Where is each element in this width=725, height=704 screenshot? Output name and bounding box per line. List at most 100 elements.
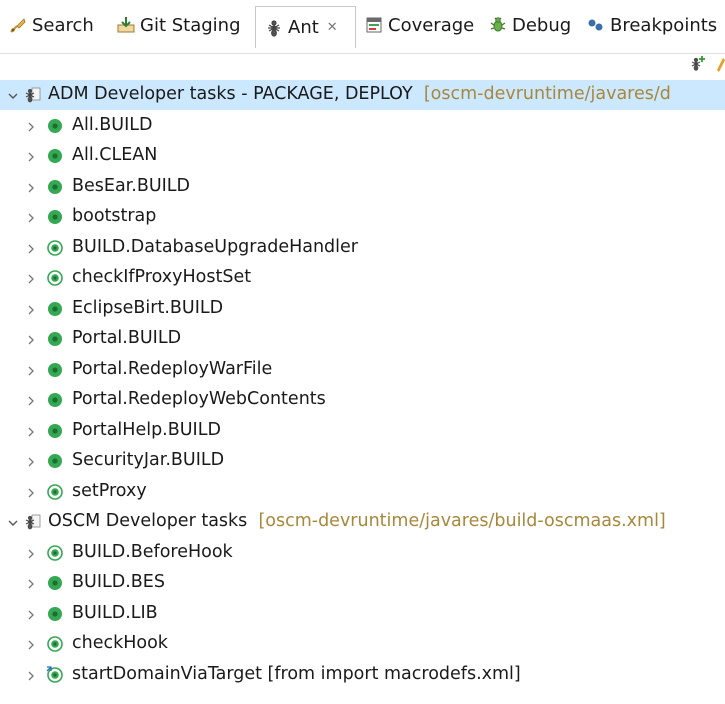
- tree-target[interactable]: BUILD.BeforeHook: [0, 538, 725, 568]
- public-target-icon: [46, 422, 64, 440]
- buildfile-name: OSCM Developer tasks: [48, 511, 248, 531]
- tab-breakpoints-label: Breakpoints: [610, 14, 718, 36]
- target-label: setProxy: [72, 480, 147, 501]
- chevron-right-icon[interactable]: [24, 211, 38, 225]
- coverage-icon: [364, 15, 384, 35]
- tab-ant-label: Ant: [288, 17, 319, 38]
- internal-target-icon: [46, 635, 64, 653]
- tree-target[interactable]: All.CLEAN: [0, 141, 725, 171]
- chevron-right-icon[interactable]: [24, 364, 38, 378]
- target-label: BUILD.BES: [72, 572, 165, 592]
- tree-group-adm[interactable]: ADM Developer tasks - PACKAGE, DEPLOY [o…: [0, 80, 725, 110]
- tree-target[interactable]: All.BUILD: [0, 111, 725, 141]
- close-icon[interactable]: ✕: [327, 20, 338, 35]
- breakpoints-icon: [586, 15, 606, 35]
- view-toolbar: [625, 54, 725, 74]
- target-label: Portal.BUILD: [72, 328, 182, 348]
- chevron-right-icon[interactable]: [24, 272, 38, 286]
- tree-target[interactable]: Portal.RedeployWebContents: [0, 385, 725, 415]
- tree-target[interactable]: PortalHelp.BUILD: [0, 416, 725, 446]
- git-staging-icon: [116, 15, 136, 35]
- buildfile-path: [oscm-devruntime/javares/d: [423, 84, 671, 104]
- tree-group-label: ADM Developer tasks - PACKAGE, DEPLOY [o…: [48, 84, 671, 104]
- buildfile-name: ADM Developer tasks - PACKAGE, DEPLOY: [48, 84, 413, 104]
- target-label: SecurityJar.BUILD: [72, 450, 225, 470]
- target-label: checkIfProxyHostSet: [72, 267, 252, 287]
- chevron-right-icon[interactable]: [24, 150, 38, 164]
- chevron-down-icon[interactable]: [6, 516, 20, 530]
- ant-icon: [264, 18, 284, 38]
- chevron-right-icon[interactable]: [24, 608, 38, 622]
- tab-search-label: Search: [32, 14, 94, 36]
- chevron-right-icon[interactable]: [24, 425, 38, 439]
- chevron-right-icon[interactable]: [24, 577, 38, 591]
- tree-group-oscm[interactable]: OSCM Developer tasks [oscm-devruntime/ja…: [0, 507, 725, 537]
- tree-target[interactable]: BesEar.BUILD: [0, 172, 725, 202]
- chevron-right-icon[interactable]: [24, 120, 38, 134]
- tree-target[interactable]: setProxy: [0, 477, 725, 507]
- target-label: BUILD.BeforeHook: [72, 541, 233, 562]
- chevron-right-icon[interactable]: [24, 486, 38, 500]
- tree-target[interactable]: startDomainViaTarget [from import macrod…: [0, 660, 725, 690]
- public-target-icon: [46, 605, 64, 623]
- tree-target[interactable]: BUILD.LIB: [0, 599, 725, 629]
- target-label: EclipseBirt.BUILD: [72, 297, 224, 318]
- chevron-right-icon[interactable]: [24, 455, 38, 469]
- internal-target-icon: [46, 544, 64, 562]
- debug-icon: [488, 15, 508, 35]
- target-label: BUILD.DatabaseUpgradeHandler: [72, 236, 358, 257]
- tree-target[interactable]: EclipseBirt.BUILD: [0, 294, 725, 324]
- target-label: startDomainViaTarget [from import macrod…: [72, 663, 521, 684]
- tab-git-staging[interactable]: Git Staging: [116, 8, 241, 42]
- tree-target[interactable]: bootstrap: [0, 202, 725, 232]
- public-target-icon: [46, 178, 64, 196]
- tree-target[interactable]: checkHook: [0, 629, 725, 659]
- ant-buildfile-icon: [24, 513, 42, 531]
- internal-target-icon: [46, 239, 64, 257]
- target-label: Portal.RedeployWebContents: [72, 389, 326, 409]
- target-label: Portal.RedeployWarFile: [72, 358, 273, 379]
- buildfile-path: [oscm-devruntime/javares/build-oscmaas.x…: [258, 511, 666, 531]
- tree-target[interactable]: SecurityJar.BUILD: [0, 446, 725, 476]
- internal-target-icon: [46, 269, 64, 287]
- tab-ant[interactable]: Ant ✕: [255, 6, 356, 48]
- tree-target[interactable]: checkIfProxyHostSet: [0, 263, 725, 293]
- public-target-icon: [46, 574, 64, 592]
- public-target-icon: [46, 391, 64, 409]
- chevron-right-icon[interactable]: [24, 394, 38, 408]
- chevron-right-icon[interactable]: [24, 181, 38, 195]
- tree-target[interactable]: Portal.BUILD: [0, 324, 725, 354]
- public-target-icon: [46, 147, 64, 165]
- chevron-right-icon[interactable]: [24, 242, 38, 256]
- chevron-right-icon[interactable]: [24, 547, 38, 561]
- chevron-right-icon[interactable]: [24, 333, 38, 347]
- tab-coverage[interactable]: Coverage: [364, 8, 474, 42]
- run-icon[interactable]: [715, 54, 725, 74]
- public-target-icon: [46, 452, 64, 470]
- chevron-right-icon[interactable]: [24, 303, 38, 317]
- chevron-down-icon[interactable]: [6, 89, 20, 103]
- view-tab-bar: Search Git Staging Ant ✕ Coverage Debug …: [0, 0, 725, 52]
- public-target-icon: [46, 208, 64, 226]
- tab-search[interactable]: Search: [8, 8, 94, 42]
- internal-target-icon: [46, 483, 64, 501]
- add-buildfile-icon[interactable]: [687, 54, 707, 74]
- public-target-icon: [46, 300, 64, 318]
- tree-target[interactable]: BUILD.BES: [0, 568, 725, 598]
- tab-debug[interactable]: Debug: [488, 8, 571, 42]
- target-label: PortalHelp.BUILD: [72, 419, 221, 440]
- target-label: bootstrap: [72, 206, 157, 226]
- imported-target-icon: [46, 665, 64, 684]
- tab-git-staging-label: Git Staging: [140, 14, 241, 36]
- chevron-right-icon[interactable]: [24, 638, 38, 652]
- target-label: checkHook: [72, 633, 168, 653]
- chevron-right-icon[interactable]: [24, 669, 38, 683]
- public-target-icon: [46, 361, 64, 379]
- tree-group-label: OSCM Developer tasks [oscm-devruntime/ja…: [48, 511, 666, 531]
- search-icon: [8, 15, 28, 35]
- tab-breakpoints[interactable]: Breakpoints: [586, 8, 717, 42]
- tabbar-divider: [0, 53, 725, 54]
- tab-debug-label: Debug: [512, 14, 572, 36]
- tree-target[interactable]: BUILD.DatabaseUpgradeHandler: [0, 233, 725, 263]
- tree-target[interactable]: Portal.RedeployWarFile: [0, 355, 725, 385]
